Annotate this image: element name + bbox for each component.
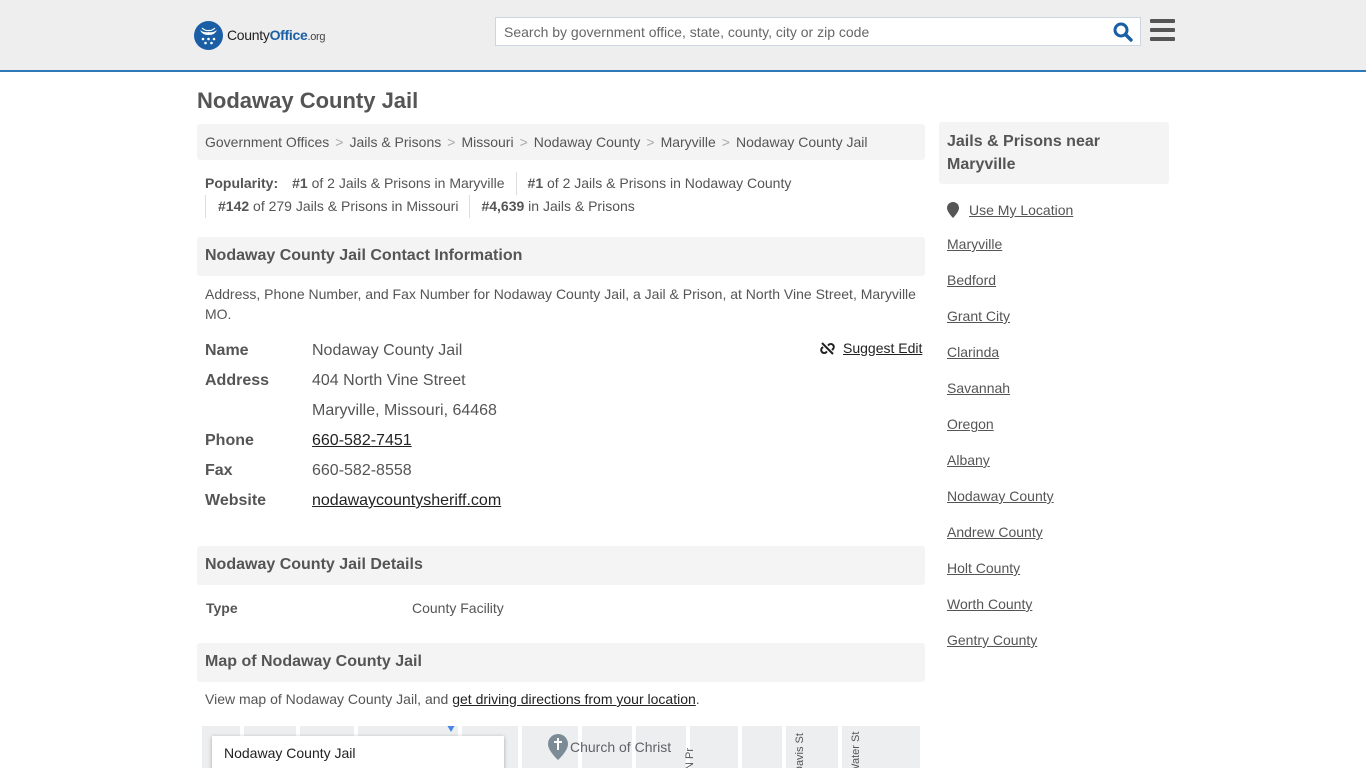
popularity-rank-city: #1 of 2 Jails & Prisons in Maryville bbox=[292, 172, 517, 195]
nearby-link-bedford[interactable]: Bedford bbox=[947, 272, 1073, 292]
website-link[interactable]: nodawaycountysheriff.com bbox=[312, 492, 501, 509]
breadcrumb-maryville[interactable]: Maryville bbox=[661, 134, 716, 150]
search-bar bbox=[495, 17, 1141, 46]
breadcrumb-separator: > bbox=[721, 134, 730, 150]
fax-value: 660-582-8558 bbox=[312, 462, 412, 479]
contact-row-name: Name Nodaway County Jail bbox=[205, 336, 925, 366]
map-poi-church[interactable]: Church of Christ bbox=[548, 734, 671, 760]
nearby-link-nodaway-county[interactable]: Nodaway County bbox=[947, 488, 1073, 508]
nearby-link-oregon[interactable]: Oregon bbox=[947, 416, 1073, 436]
address-label: Address bbox=[205, 372, 270, 389]
map-pin-marker[interactable] bbox=[444, 726, 458, 732]
type-value: County Facility bbox=[412, 600, 504, 616]
map-embed[interactable]: Nodaway County Jail Church of Christ N P… bbox=[202, 726, 920, 768]
hamburger-menu-icon[interactable] bbox=[1150, 19, 1175, 41]
logo-text: CountyOffice.org bbox=[227, 27, 326, 43]
location-pin-icon bbox=[947, 202, 959, 218]
eagle-logo-icon bbox=[194, 20, 223, 50]
nearby-link-grant-city[interactable]: Grant City bbox=[947, 308, 1073, 328]
breadcrumb-government-offices[interactable]: Government Offices bbox=[205, 134, 329, 150]
nearby-list: Use My Location Maryville Bedford Grant … bbox=[947, 200, 1073, 668]
menu-bar bbox=[1150, 37, 1175, 41]
contact-row-fax: Fax 660-582-8558 bbox=[205, 456, 925, 486]
popularity-rank-state: #142 of 279 Jails & Prisons in Missouri bbox=[205, 195, 471, 218]
address-line2: Maryville, Missouri, 64468 bbox=[312, 402, 497, 419]
breadcrumb-current: Nodaway County Jail bbox=[735, 134, 868, 150]
use-my-location-link[interactable]: Use My Location bbox=[969, 202, 1073, 218]
map-info-card: Nodaway County Jail bbox=[212, 736, 504, 768]
nearby-link-gentry-county[interactable]: Gentry County bbox=[947, 632, 1073, 652]
page-title: Nodaway County Jail bbox=[197, 88, 419, 113]
nearby-link-clarinda[interactable]: Clarinda bbox=[947, 344, 1073, 364]
nearby-link-holt-county[interactable]: Holt County bbox=[947, 560, 1073, 580]
menu-bar bbox=[1150, 19, 1175, 23]
map-road bbox=[518, 726, 522, 768]
map-description: View map of Nodaway County Jail, and get… bbox=[205, 691, 700, 707]
name-label: Name bbox=[205, 342, 249, 359]
breadcrumb-separator: > bbox=[646, 134, 655, 150]
church-pin-icon bbox=[548, 734, 568, 760]
contact-description: Address, Phone Number, and Fax Number fo… bbox=[205, 286, 916, 322]
top-header: CountyOffice.org bbox=[0, 0, 1366, 72]
nearby-link-andrew-county[interactable]: Andrew County bbox=[947, 524, 1073, 544]
breadcrumb-jails-prisons[interactable]: Jails & Prisons bbox=[349, 134, 441, 150]
menu-bar bbox=[1150, 28, 1175, 32]
contact-row-phone: Phone 660-582-7451 bbox=[205, 426, 925, 456]
contact-table: Name Nodaway County Jail Address 404 Nor… bbox=[205, 336, 925, 516]
popularity-row: #142 of 279 Jails & Prisons in Missouri … bbox=[205, 195, 925, 218]
use-location-row: Use My Location bbox=[947, 200, 1073, 220]
phone-label: Phone bbox=[205, 432, 254, 449]
suggest-edit-button[interactable]: Suggest Edit bbox=[820, 340, 922, 356]
map-road bbox=[838, 726, 842, 768]
search-button[interactable] bbox=[1112, 21, 1134, 43]
website-label: Website bbox=[205, 492, 267, 509]
popularity-row: Popularity: #1 of 2 Jails & Prisons in M… bbox=[205, 172, 925, 195]
name-value: Nodaway County Jail bbox=[312, 342, 463, 359]
map-road bbox=[738, 726, 742, 768]
nearby-link-albany[interactable]: Albany bbox=[947, 452, 1073, 472]
broken-link-icon bbox=[820, 341, 835, 355]
type-label: Type bbox=[206, 600, 238, 616]
popularity-rank-county: #1 of 2 Jails & Prisons in Nodaway Count… bbox=[527, 175, 792, 191]
contact-row-address-2: Maryville, Missouri, 64468 bbox=[205, 396, 925, 426]
nearby-link-maryville[interactable]: Maryville bbox=[947, 236, 1073, 256]
driving-directions-link[interactable]: get driving directions from your locatio… bbox=[452, 691, 696, 707]
breadcrumb-separator: > bbox=[447, 134, 456, 150]
street-label: N Pr bbox=[684, 748, 696, 768]
contact-section-heading: Nodaway County Jail Contact Information bbox=[197, 237, 925, 276]
map-road bbox=[782, 726, 786, 768]
map-card-title: Nodaway County Jail bbox=[224, 745, 356, 761]
map-section-heading: Map of Nodaway County Jail bbox=[197, 643, 925, 682]
breadcrumb: Government Offices > Jails & Prisons > Misso… bbox=[197, 124, 925, 160]
poi-label: Church of Christ bbox=[570, 739, 672, 755]
suggest-edit-label: Suggest Edit bbox=[843, 340, 923, 356]
contact-row-website: Website nodawaycountysheriff.com bbox=[205, 486, 925, 516]
site-logo[interactable]: CountyOffice.org bbox=[194, 20, 326, 50]
street-label: Water St bbox=[850, 731, 862, 768]
popularity-block: Popularity: #1 of 2 Jails & Prisons in M… bbox=[205, 172, 925, 218]
popularity-rank-national: #4,639 in Jails & Prisons bbox=[481, 198, 635, 214]
breadcrumb-separator: > bbox=[519, 134, 528, 150]
street-label: Davis St bbox=[794, 733, 806, 768]
nearby-link-savannah[interactable]: Savannah bbox=[947, 380, 1073, 400]
nearby-link-worth-county[interactable]: Worth County bbox=[947, 596, 1073, 616]
search-icon bbox=[1113, 22, 1133, 42]
details-row-type: Type County Facility bbox=[206, 600, 504, 616]
breadcrumb-separator: > bbox=[335, 134, 344, 150]
popularity-label: Popularity: bbox=[205, 175, 279, 191]
breadcrumb-nodaway-county[interactable]: Nodaway County bbox=[534, 134, 641, 150]
breadcrumb-missouri[interactable]: Missouri bbox=[461, 134, 513, 150]
sidebar-heading: Jails & Prisons near Maryville bbox=[939, 122, 1169, 184]
address-line1: 404 North Vine Street bbox=[312, 372, 466, 389]
fax-label: Fax bbox=[205, 462, 233, 479]
search-input[interactable] bbox=[496, 18, 1106, 45]
phone-link[interactable]: 660-582-7451 bbox=[312, 432, 412, 449]
details-section-heading: Nodaway County Jail Details bbox=[197, 546, 925, 585]
contact-row-address: Address 404 North Vine Street bbox=[205, 366, 925, 396]
